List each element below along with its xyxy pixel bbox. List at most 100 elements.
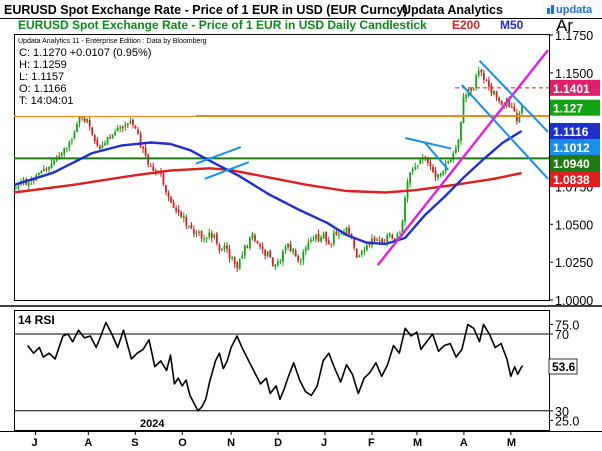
month-label: O — [178, 437, 187, 449]
candle-down — [330, 243, 333, 245]
candle-up — [439, 173, 442, 176]
candle-up — [304, 248, 307, 252]
candle-up — [106, 137, 109, 144]
candle-up — [76, 124, 78, 132]
candle-up — [205, 237, 208, 239]
candle-up — [73, 131, 76, 139]
candle-down — [373, 238, 376, 241]
candle-down — [126, 123, 129, 125]
candle-down — [294, 250, 297, 256]
info-low: L: 1.1157 — [19, 71, 64, 83]
candle-down — [147, 154, 150, 165]
candle-down — [297, 255, 300, 262]
candle-down — [185, 216, 188, 226]
candle-up — [365, 245, 368, 251]
candle-down — [175, 208, 178, 211]
price-tick-label: 1.0250 — [555, 256, 593, 270]
candle-down — [172, 202, 175, 209]
price-tick-label: 1.1750 — [555, 29, 593, 43]
candle-down — [376, 239, 378, 241]
price-tick-label: 1.0000 — [555, 294, 593, 308]
candle-up — [50, 163, 53, 168]
candle-down — [177, 209, 180, 213]
candle-up — [493, 90, 495, 95]
candle-up — [17, 185, 20, 188]
legend-m50: M50 — [500, 18, 524, 32]
logo-text: updata — [556, 4, 593, 16]
candle-up — [63, 148, 66, 154]
candle-down — [513, 106, 516, 112]
info-high: H: 1.1259 — [19, 59, 67, 71]
candle-down — [271, 257, 274, 266]
brand-label: Updata Analytics — [402, 3, 503, 17]
candle-up — [411, 169, 414, 172]
candle-down — [500, 100, 503, 106]
candle-down — [434, 170, 437, 177]
rsi-tick-label: 25.0 — [555, 414, 579, 428]
candle-down — [480, 69, 483, 73]
candle-down — [429, 162, 432, 167]
candle-down — [180, 211, 183, 217]
candle-up — [449, 159, 452, 162]
rsi-value-tag: 53.6 — [548, 358, 578, 375]
candle-down — [470, 88, 473, 91]
candle-up — [409, 172, 411, 184]
candle-up — [274, 264, 277, 267]
candle-down — [495, 91, 498, 98]
candle-up — [521, 106, 523, 114]
candle-up — [248, 238, 251, 249]
candle-up — [299, 261, 302, 263]
candle-down — [228, 248, 231, 259]
candle-up — [241, 255, 244, 259]
candle-down — [355, 248, 358, 258]
candle-down — [254, 235, 256, 241]
candle-down — [510, 106, 513, 108]
candle-down — [368, 244, 371, 246]
month-label: A — [460, 437, 468, 449]
candle-up — [404, 198, 406, 222]
candle-down — [96, 139, 99, 146]
price-tag-label: 1.1401 — [553, 82, 590, 96]
price-tag-label: 1.1012 — [553, 141, 590, 155]
candle-up — [243, 245, 246, 256]
candle-up — [203, 238, 206, 240]
candle-up — [282, 251, 284, 262]
candle-up — [358, 255, 361, 258]
candle-down — [488, 80, 490, 87]
candle-up — [345, 227, 348, 234]
candle-up — [284, 247, 287, 250]
price-tag-label: 1.1116 — [553, 125, 589, 139]
candle-down — [190, 224, 193, 229]
candle-up — [310, 239, 312, 242]
candle-up — [419, 159, 422, 165]
candle-down — [58, 156, 61, 158]
info-box: Updata Analytics 11 - Enterprise Edition… — [16, 36, 207, 116]
candle-up — [15, 187, 17, 189]
candle-up — [213, 234, 216, 238]
candle-up — [221, 249, 223, 251]
candle-down — [137, 129, 139, 134]
candle-up — [388, 233, 391, 236]
candle-up — [101, 144, 104, 149]
month-label: S — [131, 437, 138, 449]
chart-subtitle: EURUSD Spot Exchange Rate - Price of 1 E… — [18, 18, 427, 32]
legend-e200: E200 — [452, 18, 480, 32]
candle-up — [27, 181, 30, 186]
candle-down — [91, 127, 94, 135]
month-label: J — [321, 437, 327, 449]
candle-up — [462, 97, 465, 123]
price-tag-label: 1.0838 — [553, 173, 590, 187]
candle-down — [144, 147, 147, 156]
candle-up — [119, 127, 122, 129]
candle-down — [88, 120, 91, 127]
candle-up — [266, 251, 269, 257]
candle-down — [325, 232, 328, 242]
info-open: O: 1.1166 — [19, 83, 67, 95]
candle-down — [162, 173, 165, 185]
candle-down — [498, 97, 500, 101]
candle-up — [104, 143, 106, 146]
candle-down — [132, 119, 134, 125]
candle-up — [43, 168, 45, 172]
candle-up — [251, 233, 254, 239]
candle-up — [437, 174, 439, 178]
